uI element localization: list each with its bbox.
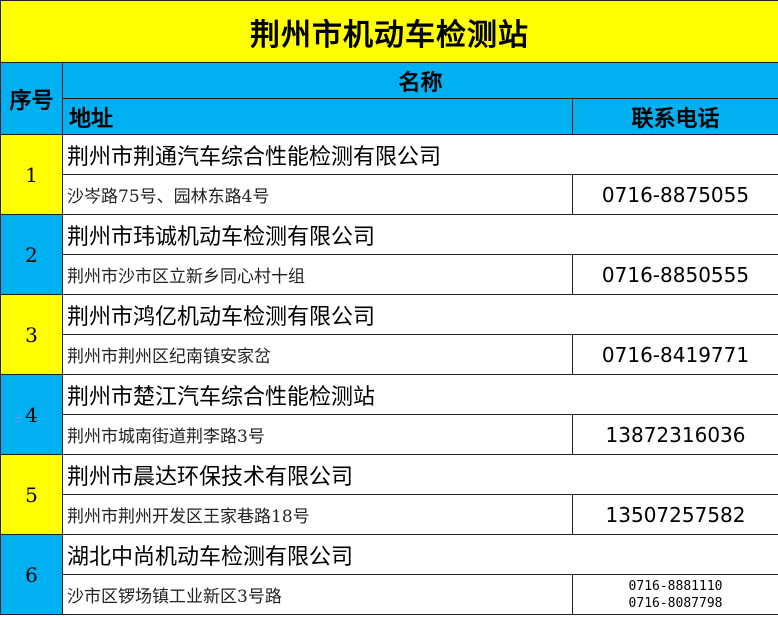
table-row: 3 荆州市鸿亿机动车检测有限公司 xyxy=(0,294,778,375)
station-address: 荆州市荆州区纪南镇安家岔 xyxy=(62,334,573,375)
table-row: 5 荆州市晨达环保技术有限公司 xyxy=(0,454,778,535)
station-phone-1: 0716-8881110 xyxy=(628,578,723,594)
row-seq: 5 xyxy=(0,454,63,535)
station-name: 荆州市楚江汽车综合性能检测站 xyxy=(61,374,778,415)
station-name: 荆州市玮诚机动车检测有限公司 xyxy=(61,214,778,255)
station-phone: 0716-8875055 xyxy=(571,174,778,215)
row-seq: 6 xyxy=(0,534,63,615)
station-address: 荆州市城南街道荆李路3号 xyxy=(62,414,573,455)
station-address: 沙岑路75号、园林东路4号 xyxy=(62,174,573,215)
station-name: 荆州市鸿亿机动车检测有限公司 xyxy=(61,294,778,335)
station-address: 沙市区锣场镇工业新区3号路 xyxy=(62,574,573,615)
header-seq: 序号 xyxy=(0,62,63,135)
inspection-station-table: 荆州市机动车检测站 序号 名称 地址 联系电话 1 荆州市荆通汽车综合性能检测有… xyxy=(0,0,778,615)
station-address: 荆州市荆州开发区王家巷路18号 xyxy=(62,494,573,535)
station-phone: 0716-8850555 xyxy=(571,254,778,295)
header-name: 名称 xyxy=(61,62,778,99)
table-row: 2 荆州市玮诚机动车检测有限公司 xyxy=(0,214,778,295)
table-row: 1 荆州市荆通汽车综合性能检测有限公司 xyxy=(0,134,778,215)
station-name: 荆州市荆通汽车综合性能检测有限公司 xyxy=(61,134,778,175)
station-phone: 13507257582 xyxy=(571,494,778,535)
station-phone-2: 0716-8087798 xyxy=(628,595,723,611)
row-seq: 2 xyxy=(0,214,63,295)
row-seq: 3 xyxy=(0,294,63,375)
station-name: 湖北中尚机动车检测有限公司 xyxy=(61,534,778,575)
header-phone: 联系电话 xyxy=(571,98,778,135)
row-seq: 1 xyxy=(0,134,63,215)
row-seq: 4 xyxy=(0,374,63,455)
header-address: 地址 xyxy=(62,98,573,135)
station-name: 荆州市晨达环保技术有限公司 xyxy=(61,454,778,495)
station-phone: 0716-8419771 xyxy=(571,334,778,375)
station-phone: 0716-8881110 0716-8087798 xyxy=(571,574,778,615)
table-row: 4 荆州市楚江汽车综合性能检测站 xyxy=(0,374,778,455)
station-address: 荆州市沙市区立新乡同心村十组 xyxy=(62,254,573,295)
table-title: 荆州市机动车检测站 xyxy=(0,0,778,63)
station-phone: 13872316036 xyxy=(571,414,778,455)
table-row: 6 湖北中尚机动车检测有限公司 xyxy=(0,534,778,615)
